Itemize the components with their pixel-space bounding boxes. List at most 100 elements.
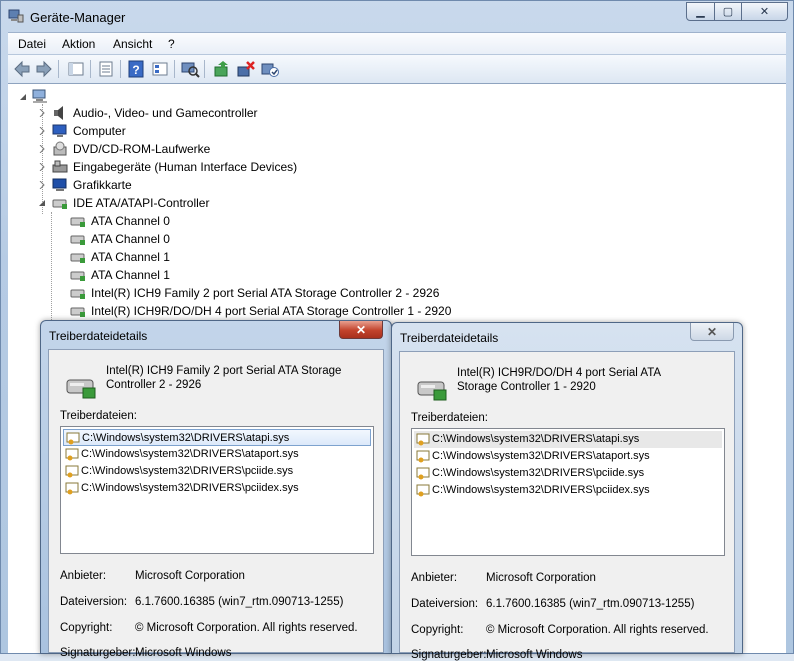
driver-file-list[interactable]: C:\Windows\system32\DRIVERS\atapi.sys C:… bbox=[60, 426, 374, 554]
scan-hardware-icon[interactable] bbox=[180, 59, 200, 79]
svg-text:?: ? bbox=[132, 63, 139, 77]
tree-node-dvd[interactable]: DVD/CD-ROM-Laufwerke bbox=[38, 140, 318, 158]
storage-controller-icon bbox=[417, 381, 447, 401]
tree-node-label: IDE ATA/ATAPI-Controller bbox=[73, 196, 210, 210]
tree-node-ata-channel[interactable]: ATA Channel 1 bbox=[56, 266, 256, 284]
ide-controller-icon bbox=[70, 253, 85, 263]
files-label: Treiberdateien: bbox=[411, 412, 488, 424]
dialog-title: Treiberdateidetails bbox=[49, 329, 148, 343]
provider-label: Anbieter: bbox=[411, 572, 458, 584]
signer-value: Microsoft Windows bbox=[135, 647, 232, 659]
collapse-arrow-icon[interactable] bbox=[38, 199, 46, 207]
dialog-title: Treiberdateidetails bbox=[400, 331, 499, 345]
toolbar: ? bbox=[8, 54, 786, 84]
list-item[interactable]: C:\Windows\system32\DRIVERS\pciidex.sys bbox=[414, 482, 722, 499]
tree-line bbox=[51, 212, 52, 320]
certificate-file-icon bbox=[416, 433, 430, 446]
list-item[interactable]: C:\Windows\system32\DRIVERS\ataport.sys bbox=[63, 446, 371, 463]
tree-node-label: Eingabegeräte (Human Interface Devices) bbox=[73, 160, 298, 174]
toolbar-separator bbox=[58, 60, 59, 78]
close-icon: ✕ bbox=[759, 6, 770, 18]
display-adapter-icon bbox=[52, 178, 67, 191]
enable-device-icon[interactable] bbox=[260, 59, 280, 79]
list-item[interactable]: C:\Windows\system32\DRIVERS\atapi.sys bbox=[414, 431, 722, 448]
files-label: Treiberdateien: bbox=[60, 410, 137, 422]
certificate-file-icon bbox=[65, 448, 79, 461]
tree-node-label: ATA Channel 0 bbox=[91, 214, 170, 228]
up-icon[interactable] bbox=[66, 59, 86, 79]
driver-details-dialog-1: Treiberdateidetails ✕ Intel(R) ICH9 Fami… bbox=[40, 320, 392, 659]
properties-icon[interactable] bbox=[96, 59, 116, 79]
dvd-drive-icon bbox=[53, 141, 67, 156]
certificate-file-icon bbox=[416, 484, 430, 497]
tree-node-hid[interactable]: Eingabegeräte (Human Interface Devices) bbox=[38, 158, 338, 176]
computer-root-icon bbox=[32, 89, 47, 103]
signer-label: Signaturgeber: bbox=[60, 647, 136, 659]
certificate-file-icon bbox=[65, 465, 79, 478]
copyright-label: Copyright: bbox=[60, 622, 113, 634]
version-label: Dateiversion: bbox=[411, 598, 479, 610]
copyright-value: © Microsoft Corporation. All rights rese… bbox=[135, 622, 358, 634]
tree-node-ata-channel[interactable]: ATA Channel 0 bbox=[56, 212, 256, 230]
tree-node-sata-controller-2[interactable]: Intel(R) ICH9 Family 2 port Serial ATA S… bbox=[56, 284, 486, 302]
list-item[interactable]: C:\Windows\system32\DRIVERS\atapi.sys bbox=[63, 429, 371, 446]
list-item[interactable]: C:\Windows\system32\DRIVERS\pciide.sys bbox=[63, 463, 371, 480]
certificate-file-icon bbox=[65, 482, 79, 495]
help-icon[interactable]: ? bbox=[126, 59, 146, 79]
forward-icon[interactable] bbox=[34, 59, 54, 79]
storage-controller-icon bbox=[66, 379, 96, 399]
expand-arrow-icon[interactable] bbox=[38, 109, 46, 117]
toolbar-separator bbox=[90, 60, 91, 78]
provider-value: Microsoft Corporation bbox=[135, 570, 245, 582]
menu-bar: Datei Aktion Ansicht ? bbox=[8, 32, 786, 55]
ide-controller-icon bbox=[70, 271, 85, 281]
menu-aktion[interactable]: Aktion bbox=[62, 37, 95, 51]
menu-ansicht[interactable]: Ansicht bbox=[113, 37, 152, 51]
back-icon[interactable] bbox=[12, 59, 32, 79]
expand-arrow-icon[interactable] bbox=[38, 145, 46, 153]
tree-node-computer[interactable]: Computer bbox=[38, 122, 318, 140]
update-driver-icon[interactable] bbox=[212, 59, 232, 79]
tree-node-label: Intel(R) ICH9R/DO/DH 4 port Serial ATA S… bbox=[91, 304, 452, 318]
dialog-close-button[interactable]: ✕ bbox=[690, 323, 734, 341]
tree-node-label: Audio-, Video- und Gamecontroller bbox=[73, 106, 258, 120]
dialog-close-button[interactable]: ✕ bbox=[339, 321, 383, 339]
version-value: 6.1.7600.16385 (win7_rtm.090713-1255) bbox=[486, 598, 695, 610]
tree-node-label: Computer bbox=[73, 124, 126, 138]
tree-node-label: Grafikkarte bbox=[73, 178, 132, 192]
toolbar-separator bbox=[120, 60, 121, 78]
expand-arrow-icon[interactable] bbox=[38, 127, 46, 135]
tree-node-ata-channel[interactable]: ATA Channel 1 bbox=[56, 248, 256, 266]
tree-view-icon[interactable] bbox=[150, 59, 170, 79]
tree-node-sata-controller-1[interactable]: Intel(R) ICH9R/DO/DH 4 port Serial ATA S… bbox=[56, 302, 486, 320]
certificate-file-icon bbox=[416, 450, 430, 463]
ide-controller-icon bbox=[52, 199, 67, 209]
dialog-body: Intel(R) ICH9 Family 2 port Serial ATA S… bbox=[48, 349, 384, 659]
driver-details-dialog-2: Treiberdateidetails ✕ Intel(R) ICH9R/DO/… bbox=[391, 322, 743, 661]
computer-icon bbox=[52, 124, 67, 137]
provider-value: Microsoft Corporation bbox=[486, 572, 596, 584]
menu-help[interactable]: ? bbox=[168, 37, 175, 51]
list-item[interactable]: C:\Windows\system32\DRIVERS\ataport.sys bbox=[414, 448, 722, 465]
close-button[interactable]: ✕ bbox=[741, 2, 788, 21]
tree-node-ide[interactable]: IDE ATA/ATAPI-Controller bbox=[38, 194, 318, 212]
driver-file-list[interactable]: C:\Windows\system32\DRIVERS\atapi.sys C:… bbox=[411, 428, 725, 556]
device-manager-icon bbox=[8, 9, 24, 23]
ide-controller-icon bbox=[70, 217, 85, 227]
tree-node-audio[interactable]: Audio-, Video- und Gamecontroller bbox=[38, 104, 318, 122]
tree-node-display[interactable]: Grafikkarte bbox=[38, 176, 318, 194]
title-bar[interactable]: Geräte-Manager ▁ ▢ ✕ bbox=[1, 1, 793, 33]
tree-node-label: ATA Channel 1 bbox=[91, 250, 170, 264]
list-item[interactable]: C:\Windows\system32\DRIVERS\pciide.sys bbox=[414, 465, 722, 482]
uninstall-icon[interactable] bbox=[236, 59, 256, 79]
expand-arrow-icon[interactable] bbox=[38, 163, 46, 171]
copyright-value: © Microsoft Corporation. All rights rese… bbox=[486, 624, 709, 636]
menu-datei[interactable]: Datei bbox=[18, 37, 46, 51]
minimize-button[interactable]: ▁ bbox=[686, 2, 715, 21]
list-item[interactable]: C:\Windows\system32\DRIVERS\pciidex.sys bbox=[63, 480, 371, 497]
tree-node-label: ATA Channel 1 bbox=[91, 268, 170, 282]
tree-node-ata-channel[interactable]: ATA Channel 0 bbox=[56, 230, 256, 248]
expand-arrow-icon[interactable] bbox=[38, 181, 46, 189]
collapse-arrow-icon[interactable] bbox=[19, 93, 27, 101]
maximize-button[interactable]: ▢ bbox=[714, 2, 742, 21]
